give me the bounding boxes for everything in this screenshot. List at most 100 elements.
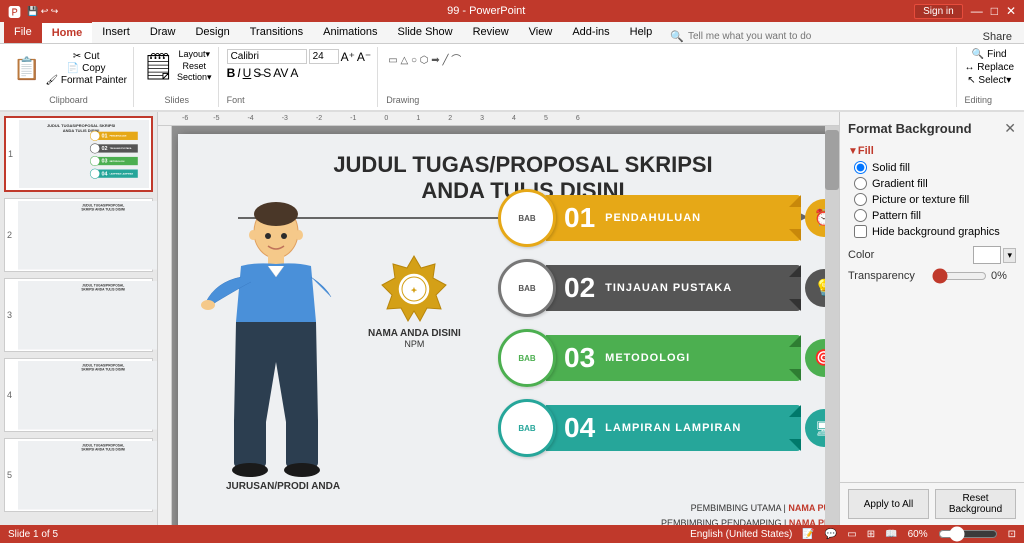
reset-background-button[interactable]: Reset Background (935, 489, 1016, 519)
scrollbar-vertical[interactable] (825, 126, 839, 525)
tab-review[interactable]: Review (463, 21, 519, 43)
picture-fill-option[interactable]: Picture or texture fill (854, 193, 1016, 206)
bab-text-2: TINJAUAN PUSTAKA (605, 282, 732, 294)
cut-button[interactable]: ✂ Cut (45, 51, 127, 62)
zoom-label: 60% (908, 529, 928, 540)
sign-in-button[interactable]: Sign in (914, 4, 963, 19)
fit-icon[interactable]: ⊡ (1008, 529, 1016, 540)
layout-button[interactable]: Layout▾ (177, 49, 212, 60)
drawing-label: Drawing (386, 95, 419, 105)
apply-to-all-button[interactable]: Apply to All (848, 489, 929, 519)
hide-graphics-checkbox[interactable] (854, 225, 867, 238)
gradient-fill-radio[interactable] (854, 177, 867, 190)
font-family-input[interactable] (227, 49, 307, 64)
bab-ribbon-2: 02 TINJAUAN PUSTAKA (546, 265, 801, 311)
new-slide-button[interactable]: 🗒 (142, 53, 175, 79)
solid-fill-label: Solid fill (872, 162, 910, 174)
solid-fill-option[interactable]: Solid fill (854, 161, 1016, 174)
gradient-fill-label: Gradient fill (872, 178, 928, 190)
shadow-button[interactable]: S (263, 66, 271, 80)
close-btn[interactable]: ✕ (1006, 4, 1016, 18)
font-size-input[interactable] (309, 49, 339, 64)
pattern-fill-option[interactable]: Pattern fill (854, 209, 1016, 222)
font-color-button[interactable]: A (290, 66, 298, 80)
slide-info: Slide 1 of 5 (8, 529, 58, 540)
slides-panel[interactable]: 1 JUDUL TUGAS/PROPOSAL SKRIPSI ANDA TULI… (0, 112, 158, 525)
font-shrink-button[interactable]: A⁻ (357, 50, 371, 64)
section-button[interactable]: Section▾ (177, 72, 212, 83)
zoom-slider[interactable] (938, 528, 998, 540)
tab-home[interactable]: Home (42, 21, 93, 43)
pembimbing-area: PEMBIMBING UTAMA | NAMA PU PEMBIMBING PE… (661, 501, 830, 525)
tab-insert[interactable]: Insert (92, 21, 140, 43)
slide-thumb-1[interactable]: 1 JUDUL TUGAS/PROPOSAL SKRIPSI ANDA TULI… (4, 116, 153, 192)
gradient-fill-option[interactable]: Gradient fill (854, 177, 1016, 190)
slide-preview-5: JUDUL TUGAS/PROPOSAL SKRIPSI ANDA TULIS … (18, 441, 158, 509)
color-dropdown-btn[interactable]: ▾ (1003, 248, 1016, 263)
bab-text-3: METODOLOGI (605, 352, 690, 364)
char-spacing-button[interactable]: AV (273, 66, 288, 80)
tab-file[interactable]: File (4, 21, 42, 43)
share-button[interactable]: Share (975, 31, 1020, 43)
view-reading-icon[interactable]: 📖 (885, 529, 897, 540)
bab-ribbon-3: 03 METODOLOGI (546, 335, 801, 381)
format-painter-button[interactable]: 🖌 Format Painter (45, 75, 127, 86)
select-button[interactable]: ↖ Select▾ (965, 75, 1014, 86)
slide-thumb-2[interactable]: 2 JUDUL TUGAS/PROPOSAL SKRIPSI ANDA TULI… (4, 198, 153, 272)
find-button[interactable]: 🔍 Find (965, 49, 1014, 60)
close-panel-button[interactable]: ✕ (1004, 120, 1016, 137)
tab-help[interactable]: Help (620, 21, 663, 43)
replace-button[interactable]: ↔ Replace (965, 62, 1014, 73)
hide-graphics-option[interactable]: Hide background graphics (854, 225, 1016, 238)
strikethrough-button[interactable]: S̶ (253, 66, 261, 80)
badge-name: NAMA ANDA DISINI (368, 328, 461, 339)
ribbon-tabs: File Home Insert Draw Design Transitions… (0, 22, 1024, 44)
clipboard-secondary: ✂ Cut 📄 Copy 🖌 Format Painter (45, 51, 127, 86)
status-bar: Slide 1 of 5 English (United States) 📝 💬… (0, 525, 1024, 543)
tab-transitions[interactable]: Transitions (240, 21, 313, 43)
slide-num-4: 4 (7, 390, 15, 400)
clipboard-buttons: 📋 ✂ Cut 📄 Copy 🖌 Format Painter (10, 51, 127, 86)
badge-npm: NPM (404, 339, 424, 349)
bab-item-1: BAB 01 PENDAHULUAN ⏰ (498, 189, 839, 247)
italic-button[interactable]: I (237, 66, 240, 80)
color-swatch[interactable] (973, 246, 1001, 264)
paste-button[interactable]: 📋 (10, 51, 43, 86)
view-slide-icon[interactable]: ⊞ (867, 529, 875, 540)
tab-addins[interactable]: Add-ins (562, 21, 619, 43)
slide-thumb-5[interactable]: 5 JUDUL TUGAS/PROPOSAL SKRIPSI ANDA TULI… (4, 438, 153, 512)
transparency-label: Transparency (848, 270, 928, 282)
ruler-vertical (158, 126, 172, 525)
copy-button[interactable]: 📄 Copy (45, 63, 127, 74)
tab-view[interactable]: View (519, 21, 563, 43)
slide-num-2: 2 (7, 230, 15, 240)
maximize-btn[interactable]: □ (991, 4, 998, 18)
view-normal-icon[interactable]: ▭ (847, 529, 856, 540)
font-row2: B I U S̶ S AV A (227, 66, 372, 80)
comments-icon[interactable]: 💬 (825, 529, 837, 540)
reset-button[interactable]: Reset (177, 61, 212, 71)
ribbon-search-input[interactable] (688, 31, 838, 42)
underline-button[interactable]: U (243, 66, 252, 80)
tab-draw[interactable]: Draw (140, 21, 186, 43)
transparency-slider[interactable] (932, 268, 987, 284)
pattern-fill-radio[interactable] (854, 209, 867, 222)
notes-icon[interactable]: 📝 (802, 529, 814, 540)
scrollbar-thumb[interactable] (825, 130, 839, 190)
picture-fill-radio[interactable] (854, 193, 867, 206)
slide-thumb-3[interactable]: 3 JUDUL TUGAS/PROPOSAL SKRIPSI ANDA TULI… (4, 278, 153, 352)
hide-graphics-label: Hide background graphics (872, 226, 1000, 238)
font-grow-button[interactable]: A⁺ (341, 50, 355, 64)
status-right: English (United States) 📝 💬 ▭ ⊞ 📖 60% ⊡ (690, 528, 1016, 540)
tab-design[interactable]: Design (185, 21, 239, 43)
bold-button[interactable]: B (227, 66, 236, 80)
font-group: A⁺ A⁻ B I U S̶ S AV A Font (221, 47, 379, 107)
fill-collapse-btn[interactable]: ▼ (848, 146, 858, 157)
minimize-btn[interactable]: — (971, 4, 983, 18)
slide-thumb-4[interactable]: 4 JUDUL TUGAS/PROPOSAL SKRIPSI ANDA TULI… (4, 358, 153, 432)
tab-slideshow[interactable]: Slide Show (388, 21, 463, 43)
solid-fill-radio[interactable] (854, 161, 867, 174)
tab-animations[interactable]: Animations (313, 21, 387, 43)
bab-circle-4: BAB (498, 399, 556, 457)
slide-num-3: 3 (7, 310, 15, 320)
